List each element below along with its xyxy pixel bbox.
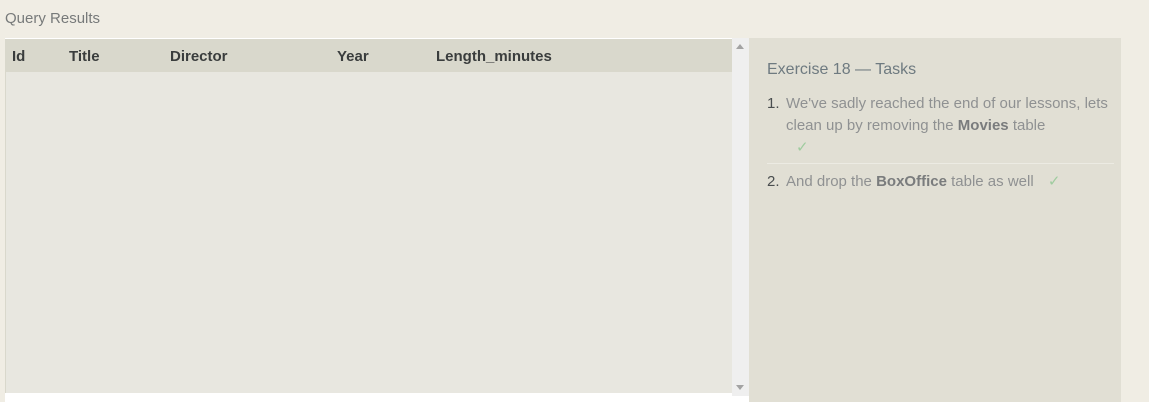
scroll-down-arrow-icon[interactable] xyxy=(736,385,744,390)
column-header-title: Title xyxy=(69,48,100,65)
query-results-title: Query Results xyxy=(5,10,101,27)
task-text-before: And drop the xyxy=(786,173,872,190)
query-results-panel: Id Title Director Year Length_minutes xyxy=(5,38,749,402)
results-scrollbar[interactable] xyxy=(732,38,749,396)
check-icon: ✓ xyxy=(1047,173,1061,190)
task-number: 1. xyxy=(767,95,780,112)
results-header-row: Id Title Director Year Length_minutes xyxy=(6,39,733,72)
task-table-name: BoxOffice xyxy=(876,173,947,190)
column-header-year: Year xyxy=(337,48,369,65)
tasks-panel: Exercise 18 — Tasks 1. We've sadly reach… xyxy=(749,38,1121,402)
task-text-after: table xyxy=(1012,117,1046,134)
scroll-up-arrow-icon[interactable] xyxy=(736,44,744,49)
column-header-director: Director xyxy=(170,48,228,65)
task-list: 1. We've sadly reached the end of our le… xyxy=(767,93,1114,193)
task-item-2: 2. And drop the BoxOffice table as well … xyxy=(767,171,1114,193)
task-number: 2. xyxy=(767,173,780,190)
task-text-before: We've sadly reached the end of our lesso… xyxy=(786,95,1108,134)
task-item-1: 1. We've sadly reached the end of our le… xyxy=(767,93,1114,164)
tasks-title: Exercise 18 — Tasks xyxy=(767,61,917,78)
task-table-name: Movies xyxy=(957,117,1009,134)
task-text-after: table as well xyxy=(951,173,1034,190)
check-icon: ✓ xyxy=(796,139,809,156)
column-header-id: Id xyxy=(12,48,26,65)
results-table: Id Title Director Year Length_minutes xyxy=(5,39,733,393)
column-header-length-minutes: Length_minutes xyxy=(436,48,552,65)
